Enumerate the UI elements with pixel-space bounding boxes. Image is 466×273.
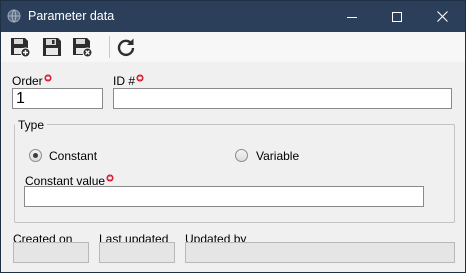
save-close-icon: [73, 38, 93, 58]
required-icon: [106, 174, 114, 182]
constant-radio-label[interactable]: Constant: [49, 149, 97, 163]
id-label: ID #: [113, 74, 144, 88]
maximize-button[interactable]: [374, 1, 420, 32]
variable-radio[interactable]: [235, 149, 248, 162]
refresh-icon: [117, 38, 135, 57]
save-new-button[interactable]: [7, 34, 33, 60]
refresh-button[interactable]: [113, 34, 139, 60]
order-label: Order: [12, 74, 52, 88]
globe-icon: [7, 9, 21, 23]
close-icon: [436, 11, 448, 22]
maximize-icon: [392, 11, 402, 22]
minimize-button[interactable]: [329, 1, 375, 32]
title-bar[interactable]: Parameter data: [1, 1, 465, 32]
save-new-icon: [11, 38, 31, 58]
save-close-button[interactable]: [69, 34, 95, 60]
updated-by-field: [185, 242, 455, 263]
type-group-title: Type: [15, 118, 48, 132]
constant-value-field[interactable]: [24, 186, 424, 207]
parameter-data-window: Parameter data Order 1 ID # Type Constan…: [0, 0, 466, 273]
last-updated-field: [99, 242, 175, 263]
close-button[interactable]: [419, 1, 465, 32]
required-icon: [136, 74, 144, 82]
order-field[interactable]: [12, 88, 103, 109]
toolbar: [1, 32, 465, 62]
radio-selected-dot: [33, 153, 38, 158]
window-title: Parameter data: [28, 9, 115, 23]
created-on-field: [13, 242, 89, 263]
id-field[interactable]: [113, 88, 452, 109]
toolbar-separator: [109, 36, 110, 58]
save-button[interactable]: [39, 34, 65, 60]
constant-radio[interactable]: [29, 149, 42, 162]
variable-radio-label[interactable]: Variable: [256, 149, 299, 163]
minimize-icon: [347, 16, 357, 18]
save-icon: [43, 38, 61, 56]
required-icon: [44, 74, 52, 82]
